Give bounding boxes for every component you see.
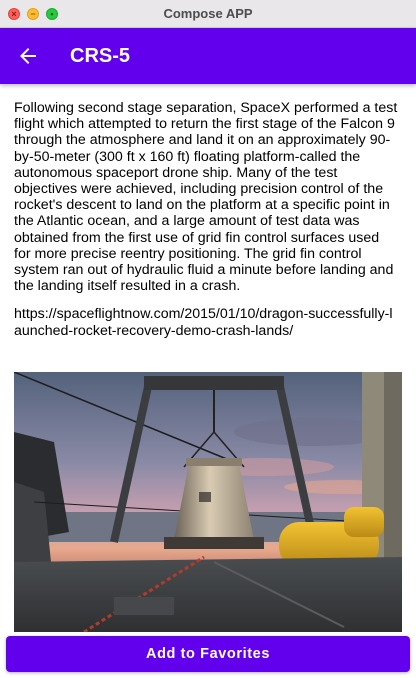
window-titlebar: × − • Compose APP <box>0 0 416 28</box>
window-title: Compose APP <box>163 6 253 21</box>
page-title: CRS-5 <box>70 45 131 67</box>
launch-photo <box>14 372 402 632</box>
add-to-favorites-button[interactable]: Add to Favorites <box>6 636 410 672</box>
app-window: × − • Compose APP CRS-5 Following second… <box>0 0 416 678</box>
top-app-bar: CRS-5 <box>0 28 416 84</box>
article-link[interactable]: https://spaceflightnow.com/2015/01/10/dr… <box>14 306 398 338</box>
launch-details-content: Following second stage separation, Space… <box>14 100 398 339</box>
arrow-back-icon <box>20 48 36 64</box>
back-button[interactable] <box>10 38 46 74</box>
launch-details-text: Following second stage separation, Space… <box>14 100 398 295</box>
dragon-capsule-photo <box>14 372 402 632</box>
